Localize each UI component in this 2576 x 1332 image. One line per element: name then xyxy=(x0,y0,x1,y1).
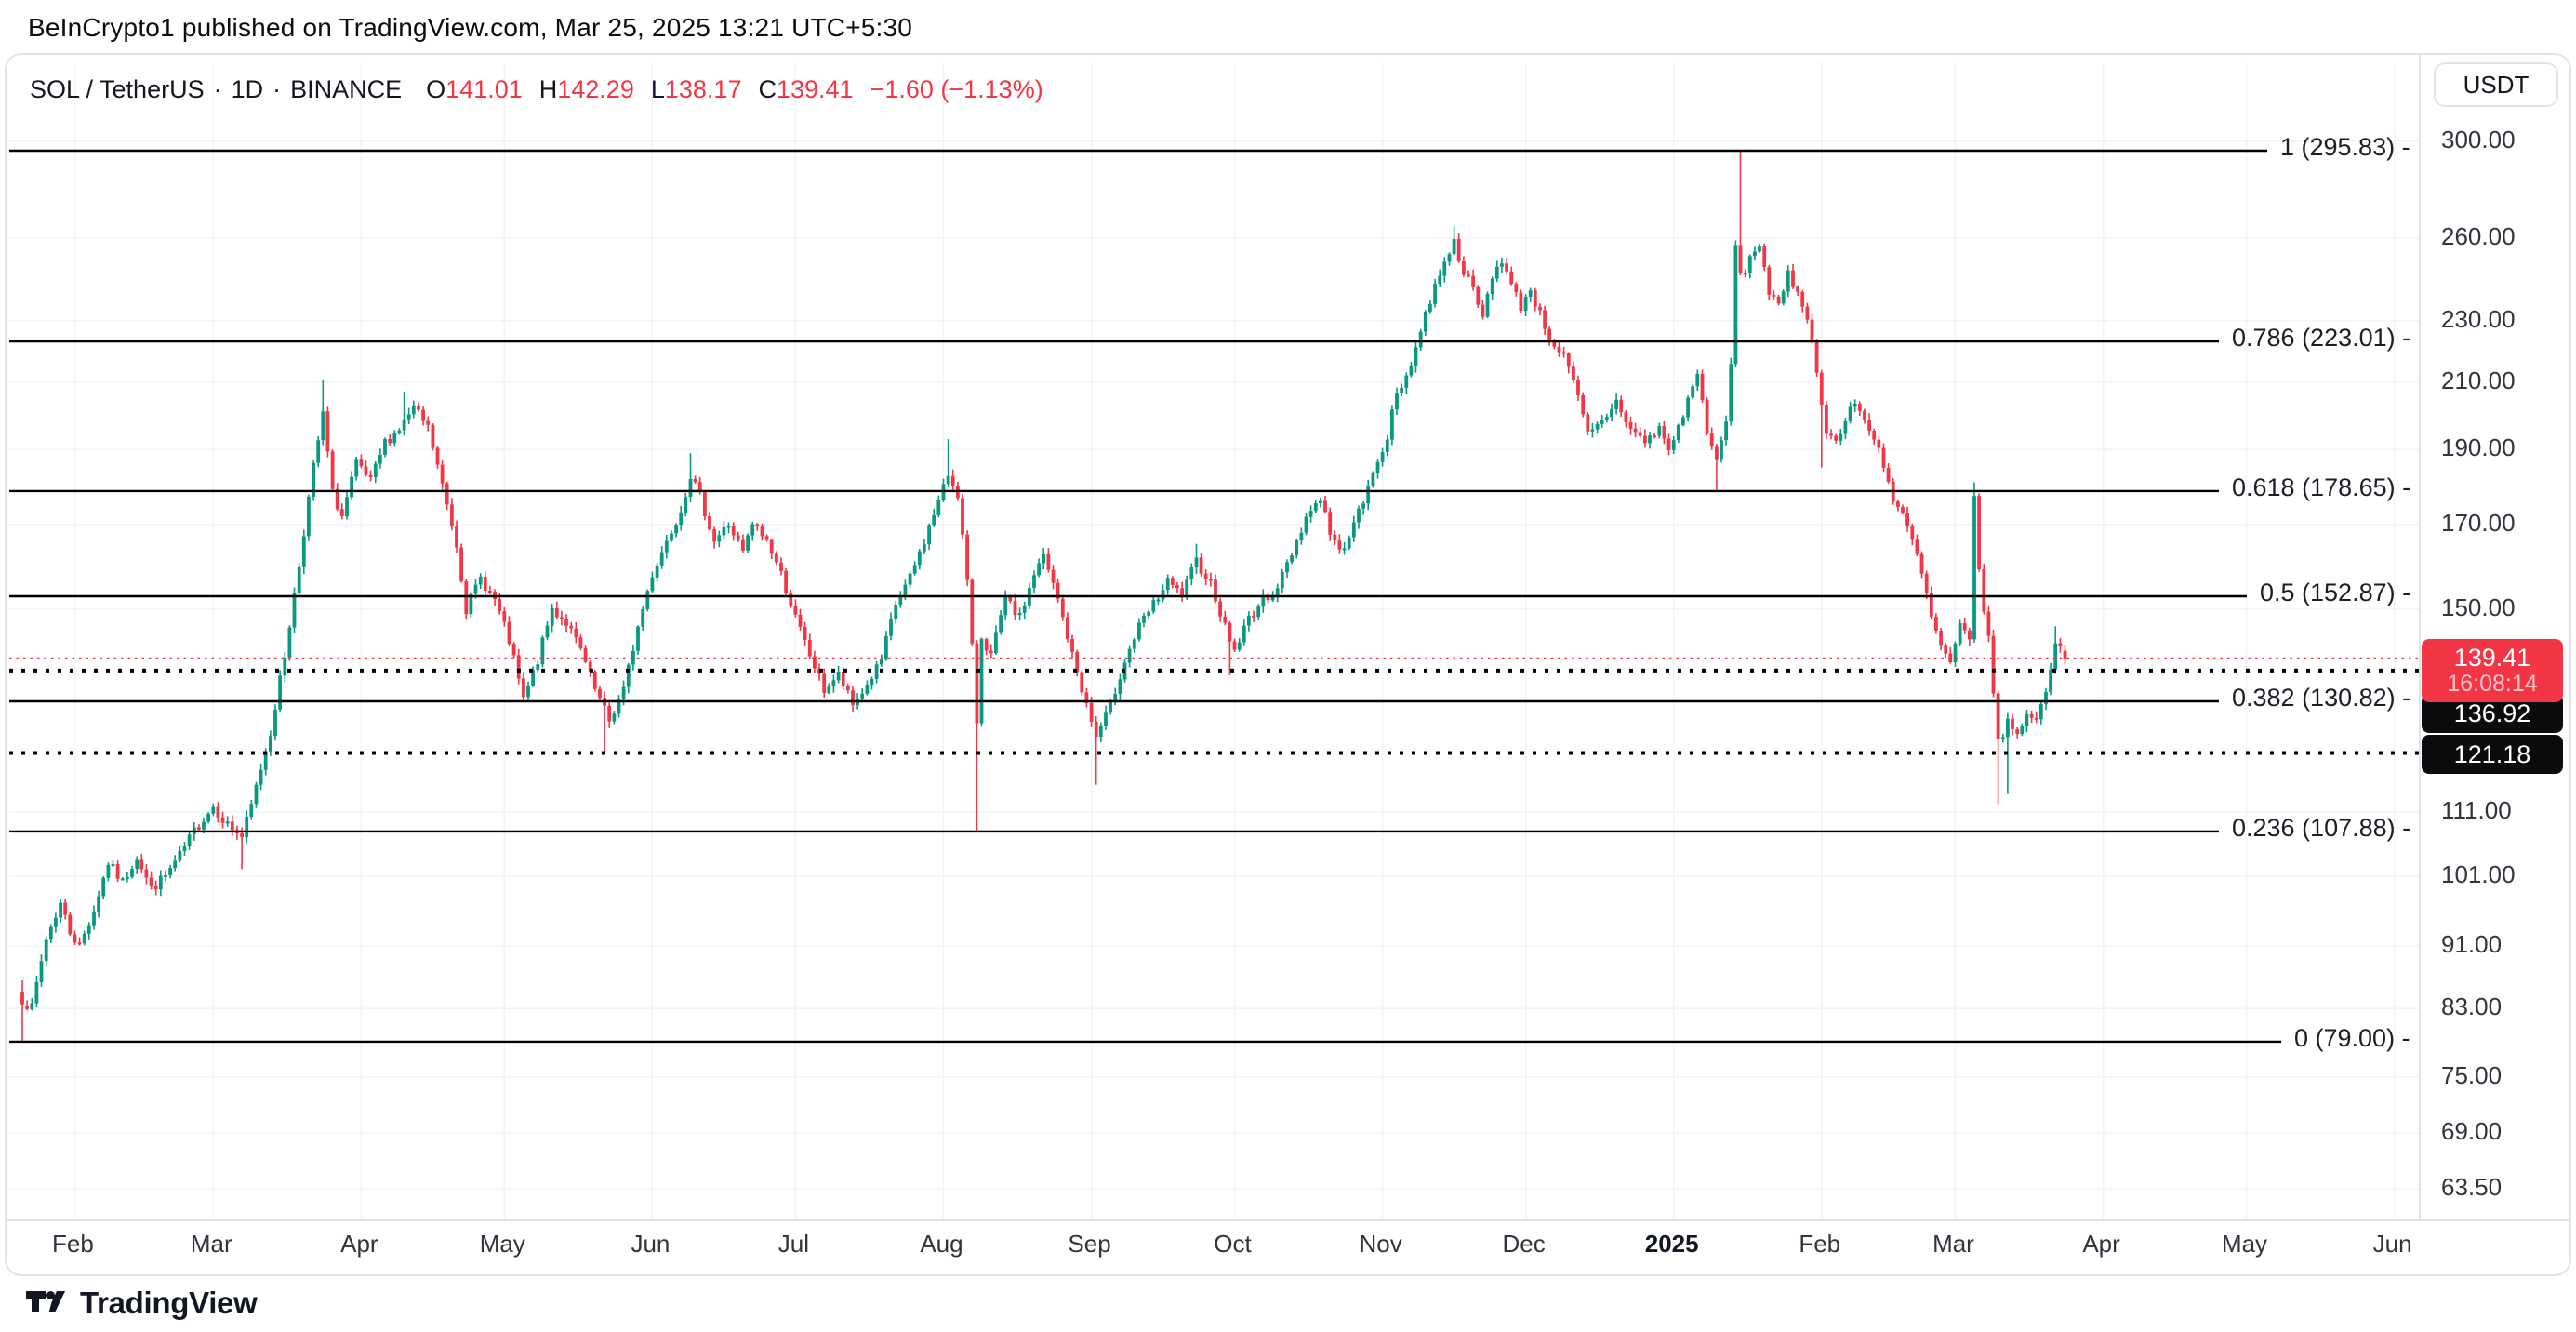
time-axis-label: Sep xyxy=(1068,1230,1110,1259)
high-label: H xyxy=(539,75,558,103)
price-line-badge: 121.18 xyxy=(2422,735,2563,774)
current-price-badge: 139.41 16:08:14 xyxy=(2422,639,2563,702)
fib-level-label: 1 (295.83) - xyxy=(2280,133,2410,162)
fib-level-label: 0.786 (223.01) - xyxy=(2232,324,2410,353)
legend-separator: · xyxy=(214,75,222,103)
current-price-value: 139.41 xyxy=(2422,644,2563,672)
price-axis-tick: 101.00 xyxy=(2441,860,2516,889)
candlestick-chart xyxy=(7,55,2569,1274)
open-label: O xyxy=(426,75,445,103)
price-axis-tick: 75.00 xyxy=(2441,1061,2502,1090)
time-axis-label: May xyxy=(480,1230,525,1259)
price-axis-tick: 91.00 xyxy=(2441,930,2502,959)
price-axis-tick: 230.00 xyxy=(2441,305,2516,334)
chart-card: SOL / TetherUS · 1D · BINANCE O141.01 H142.29 L… xyxy=(5,53,2571,1276)
time-axis-label: Mar xyxy=(1932,1230,1974,1259)
time-axis-label: Oct xyxy=(1214,1230,1251,1259)
fib-level-label: 0.382 (130.82) - xyxy=(2232,684,2410,713)
change-value: −1.60 (−1.13%) xyxy=(870,75,1043,103)
footer-bar: TradingView xyxy=(0,1278,2576,1332)
tradingview-logo-icon xyxy=(26,1291,69,1316)
price-axis-tick: 83.00 xyxy=(2441,992,2502,1021)
time-axis-label: Jun xyxy=(631,1230,670,1259)
fib-level-label: 0.618 (178.65) - xyxy=(2232,473,2410,502)
legend-exchange: BINANCE xyxy=(290,75,402,103)
price-axis-tick: 190.00 xyxy=(2441,433,2516,462)
close-label: C xyxy=(758,75,777,103)
time-axis-label: Apr xyxy=(2082,1230,2119,1259)
legend-separator-2: · xyxy=(272,75,281,103)
time-axis-label: Feb xyxy=(52,1230,94,1259)
time-axis-label: Jun xyxy=(2373,1230,2412,1259)
tradingview-logo: TradingView xyxy=(26,1285,257,1321)
attribution-text: BeInCrypto1 published on TradingView.com… xyxy=(28,13,912,47)
time-axis-label: Apr xyxy=(340,1230,378,1259)
price-axis-tick: 150.00 xyxy=(2441,593,2516,622)
time-axis-label: Jul xyxy=(778,1230,809,1259)
chart-surface[interactable] xyxy=(7,55,2569,1274)
price-axis-tick: 210.00 xyxy=(2441,366,2516,395)
time-axis-label: 2025 xyxy=(1645,1230,1699,1259)
high-value: 142.29 xyxy=(557,75,634,103)
time-axis-label: May xyxy=(2222,1230,2267,1259)
tradingview-screenshot: BeInCrypto1 published on TradingView.com… xyxy=(0,0,2576,1332)
close-value: 139.41 xyxy=(777,75,854,103)
price-axis-tick: 260.00 xyxy=(2441,222,2516,251)
time-axis-label: Aug xyxy=(920,1230,963,1259)
price-axis-tick: 111.00 xyxy=(2441,796,2512,825)
legend-interval: 1D xyxy=(232,75,264,103)
price-axis-tick: 170.00 xyxy=(2441,509,2516,538)
time-axis-label: Nov xyxy=(1359,1230,1401,1259)
open-value: 141.01 xyxy=(445,75,523,103)
price-axis-tick: 300.00 xyxy=(2441,126,2516,154)
tradingview-logo-text: TradingView xyxy=(80,1285,257,1321)
price-axis-tick: 69.00 xyxy=(2441,1117,2502,1146)
bar-countdown: 16:08:14 xyxy=(2422,672,2563,697)
time-axis-label: Dec xyxy=(1502,1230,1545,1259)
time-axis-label: Feb xyxy=(1799,1230,1840,1259)
fib-level-label: 0.236 (107.88) - xyxy=(2232,814,2410,843)
fib-level-label: 0.5 (152.87) - xyxy=(2260,579,2410,607)
currency-toggle-button[interactable]: USDT xyxy=(2434,62,2558,107)
low-label: L xyxy=(651,75,665,103)
fib-level-label: 0 (79.00) - xyxy=(2294,1024,2410,1053)
chart-legend: SOL / TetherUS · 1D · BINANCE O141.01 H142.29 L… xyxy=(30,75,1043,104)
time-axis-label: Mar xyxy=(191,1230,232,1259)
price-axis-tick: 63.50 xyxy=(2441,1173,2502,1202)
low-value: 138.17 xyxy=(665,75,742,103)
legend-ohlc: O141.01 H142.29 L138.17 C139.41 −1.60 (−1.13… xyxy=(426,75,1043,103)
legend-symbol: SOL / TetherUS xyxy=(30,75,205,103)
